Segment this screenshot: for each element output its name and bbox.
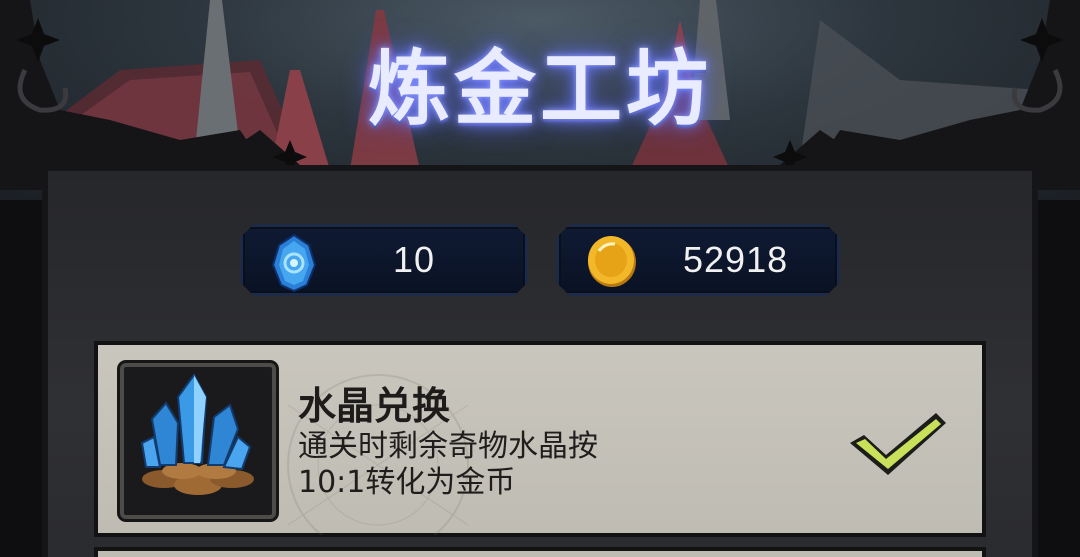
crystal-pile-icon xyxy=(140,373,254,495)
card-description: 通关时剩余奇物水晶按 10:1转化为金币 xyxy=(298,429,718,501)
card-icon-frame xyxy=(120,363,276,519)
page-title: 炼金工坊 xyxy=(367,41,712,137)
crystal-exchange-card[interactable]: 水晶兑换 通关时剩余奇物水晶按 10:1转化为金币 xyxy=(94,341,986,537)
next-card-edge xyxy=(94,547,986,557)
crystal-egg-icon xyxy=(269,233,319,297)
coin-count: 52918 xyxy=(683,239,789,280)
crystal-currency-box: 10 xyxy=(240,224,528,296)
alchemy-workshop-screen: 炼金工坊 10 52918 水晶兑换 通关时剩余奇物水晶按 10:1转化为金币 xyxy=(0,0,1080,557)
card-description-line-1: 通关时剩余奇物水晶按 xyxy=(298,429,598,464)
checkmark-icon xyxy=(850,413,946,475)
coin-currency-box: 52918 xyxy=(556,224,840,296)
crystal-count: 10 xyxy=(393,239,436,280)
card-title: 水晶兑换 xyxy=(298,383,451,428)
card-description-line-2: 10:1转化为金币 xyxy=(298,465,516,500)
gold-coin-icon xyxy=(585,233,639,293)
